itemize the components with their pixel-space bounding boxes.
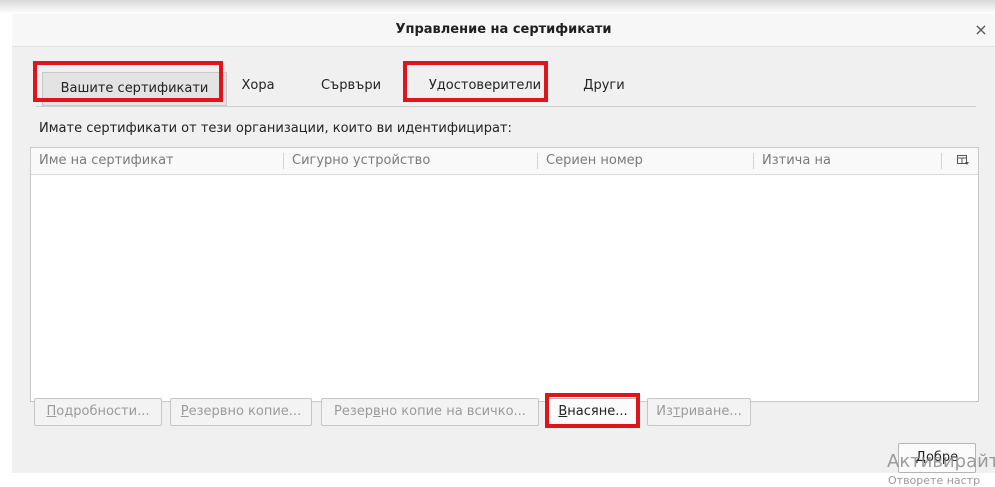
description-text: Имате сертификати от тези организации, к… [39,121,512,136]
button-label: одробности... [56,404,150,419]
button-label: насяне... [567,404,628,419]
close-icon[interactable]: × [969,18,993,42]
button-label: но копие на всичко... [380,404,526,419]
column-header-serial[interactable]: Сериен номер [538,148,753,174]
access-key: В [558,404,568,419]
backup-button[interactable]: Резервно копие... [170,398,312,426]
tab-servers[interactable]: Сървъри [306,66,396,105]
column-picker-icon[interactable] [956,153,970,167]
access-key: П [46,404,57,419]
button-label: езервно копие... [188,404,302,419]
details-button[interactable]: Подробности... [34,398,162,426]
backup-all-button[interactable]: Резервно копие на всичко... [321,398,539,426]
import-button[interactable]: Внасяне... [548,398,638,426]
column-header-name[interactable]: Име на сертификат [31,148,283,174]
title-bar: Управление на сертификати × [12,14,995,47]
certificates-table[interactable]: Име на сертификат Сигурно устройство Сер… [30,147,979,402]
button-label: риване... [680,404,742,419]
button-label: Из [656,404,673,419]
column-header-expires[interactable]: Изтича на [754,148,939,174]
table-header: Име на сертификат Сигурно устройство Сер… [31,148,978,175]
column-header-device[interactable]: Сигурно устройство [284,148,537,174]
delete-button[interactable]: Изтриване... [647,398,751,426]
window-title: Управление на сертификати [395,22,612,37]
column-divider [941,153,942,169]
tab-bar: Вашите сертификати Хора Сървъри Удостове… [36,66,976,107]
access-key: Р [180,404,189,419]
activation-watermark-subtext: Отворете настр [888,474,981,487]
window-shadow [0,0,995,14]
button-label: Резер [334,404,374,419]
tab-your-certificates[interactable]: Вашите сертификати [42,72,227,106]
tab-people[interactable]: Хора [233,66,283,105]
activation-watermark: Активирайте [887,451,995,472]
access-key: в [373,404,381,419]
certificate-manager-dialog: Управление на сертификати × Вашите серти… [12,14,995,487]
table-body [31,175,978,401]
tab-authorities[interactable]: Удостоверители [411,66,559,105]
tab-others[interactable]: Други [574,66,634,105]
